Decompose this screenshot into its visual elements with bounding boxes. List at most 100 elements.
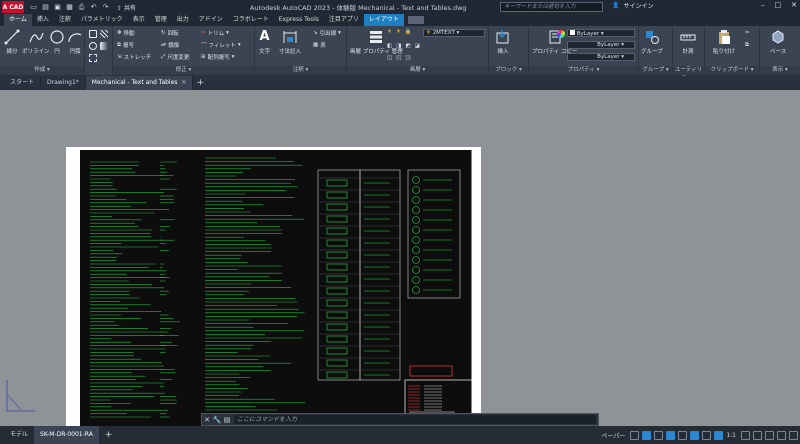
paste-button[interactable]: 貼り付け [713, 29, 735, 55]
scale-button[interactable]: ⤢ 尺度変更 [161, 53, 189, 62]
tab-home[interactable]: ホーム [4, 14, 32, 26]
close-command-icon[interactable]: ✕ [202, 416, 212, 424]
tab-layout[interactable]: レイアウト [363, 14, 404, 26]
stretch-button[interactable]: ⇲ ストレッチ [117, 53, 151, 61]
hatch-button[interactable] [100, 30, 108, 38]
rotate-button[interactable]: ↻ 回転 [161, 29, 179, 37]
ortho-icon[interactable] [654, 430, 664, 440]
block-panel-title[interactable]: ブロック ▾ [489, 66, 528, 75]
base-view-button[interactable]: ベース [770, 29, 786, 55]
open-folder-icon[interactable]: ▤ [41, 3, 50, 12]
layer-unisolate-icon[interactable]: ◩ [405, 43, 410, 49]
circle-button[interactable]: 円 [49, 29, 65, 55]
customize-command-icon[interactable]: 🔧 [212, 416, 222, 424]
command-history-icon[interactable]: ▤ [222, 416, 232, 424]
paper-space-toggle[interactable]: ペーパー [601, 431, 625, 440]
tab-annotate[interactable]: 注釈 [54, 14, 76, 26]
tab-addins[interactable]: アドイン [194, 14, 228, 26]
move-button[interactable]: ✥ 移動 [117, 29, 135, 37]
linetype-dropdown[interactable]: ByLayer ▾ [567, 41, 635, 49]
layer-dropdown[interactable]: ☀ 2MTEXT ▾ [423, 29, 485, 37]
layers-panel-title[interactable]: 画層 ▾ [347, 66, 488, 75]
print-icon[interactable]: ⎙ [77, 3, 86, 12]
mirror-button[interactable]: ⟚ 鏡像 [161, 41, 179, 50]
gear-icon[interactable] [741, 430, 750, 440]
fillet-button[interactable]: ⌒ フィレット ▾ [201, 41, 241, 49]
layer-isolate-icon[interactable]: ◨ [396, 43, 401, 49]
osnap-icon[interactable] [678, 430, 688, 440]
annotation-panel-title[interactable]: 注釈 ▾ [255, 66, 346, 75]
polyline-button[interactable]: ポリライン [22, 29, 50, 55]
tab-drawing1[interactable]: Drawing1* [41, 76, 86, 90]
arc-button[interactable]: 円弧 [67, 29, 83, 55]
tab-featured-apps[interactable]: 注目アプリ [324, 14, 364, 26]
layer-on-icon[interactable]: ☀ [387, 29, 392, 35]
redo-icon[interactable]: ↷ [101, 3, 110, 12]
group-button[interactable]: グループ [641, 29, 663, 55]
draw-panel-title[interactable]: 作成 ▾ [0, 66, 84, 75]
tab-start[interactable]: スタート [0, 76, 42, 90]
color-dropdown[interactable]: ByLayer ▾ [567, 29, 635, 37]
transparency-icon[interactable] [702, 430, 712, 440]
tab-mechanical[interactable]: Mechanical - Text and Tables ✕ [85, 76, 194, 90]
undo-icon[interactable]: ↶ [89, 3, 98, 12]
lineweight-icon[interactable] [690, 430, 700, 440]
tab-express-tools[interactable]: Express Tools [274, 14, 324, 26]
tab-manage[interactable]: 管理 [150, 14, 172, 26]
groups-panel-title[interactable]: グループ ▾ [639, 66, 672, 75]
view-panel-title[interactable]: 表示 ▾ [760, 66, 800, 75]
close-tab-icon[interactable]: ✕ [181, 79, 186, 86]
search-input[interactable]: キーワードまたは語句を入力 [500, 2, 603, 12]
maximize-icon[interactable]: □ [775, 1, 782, 9]
gradient-button[interactable] [100, 42, 108, 50]
close-icon[interactable]: ✕ [791, 1, 797, 9]
layer-lock-icon[interactable]: 🔒 [405, 29, 412, 35]
save-as-icon[interactable]: ▦ [65, 3, 74, 12]
measure-button[interactable]: 計測 [680, 29, 696, 55]
trim-button[interactable]: ✂ トリム ▾ [201, 29, 229, 37]
utilities-panel-title[interactable]: ユーティリティ ▾ [673, 66, 704, 82]
layer-freeze-icon[interactable]: ☀ [396, 29, 401, 35]
copy-button[interactable]: ⧉ 複写 [117, 41, 134, 50]
isolate-icon[interactable] [765, 430, 774, 440]
leader-button[interactable]: ↘ 引出線 ▾ [313, 29, 341, 37]
table-button[interactable]: ▦ 表 [313, 41, 326, 49]
share-button[interactable]: ⇪ 共有 [117, 3, 136, 12]
layer-current-icon[interactable]: ◫ [387, 55, 392, 61]
lineweight-dropdown[interactable]: ByLayer ▾ [567, 53, 635, 61]
boundary-button[interactable] [89, 54, 97, 62]
array-button[interactable]: ⊞ 配列複写 ▾ [201, 53, 234, 61]
command-input[interactable]: ここにコマンドを入力 [234, 415, 596, 424]
app-logo-button[interactable]: A CAD [2, 1, 24, 13]
new-tab-button[interactable]: + [193, 78, 207, 88]
layout-tab[interactable]: SK-M-DR-0001-RA [34, 426, 99, 444]
scale-value[interactable]: 1:1 [726, 432, 736, 439]
fullscreen-icon[interactable] [777, 430, 786, 440]
ribbon-options-button[interactable] [407, 16, 424, 24]
text-button[interactable]: A 文字 [259, 29, 270, 55]
properties-panel-title[interactable]: プロパティ ▾ [529, 66, 638, 75]
tab-parametric[interactable]: パラメトリック [76, 14, 128, 26]
layer-off-icon[interactable]: ◪ [415, 43, 420, 49]
modify-panel-title[interactable]: 修正 ▾ [113, 66, 254, 75]
rectangle-button[interactable] [89, 30, 97, 38]
tab-output[interactable]: 出力 [172, 14, 194, 26]
save-icon[interactable]: ▣ [53, 3, 62, 12]
signin-button[interactable]: 👤 サインイン [612, 1, 654, 10]
add-layout-button[interactable]: + [99, 426, 119, 444]
selection-cycling-icon[interactable] [714, 430, 724, 440]
ellipse-button[interactable] [89, 42, 97, 50]
customization-icon[interactable] [789, 430, 798, 440]
insert-block-button[interactable]: 挿入 [495, 29, 511, 55]
model-tab[interactable]: モデル [0, 426, 34, 444]
layer-walk-icon[interactable]: ◳ [405, 55, 410, 61]
clipboard-panel-title[interactable]: クリップボード ▾ [705, 66, 759, 75]
line-button[interactable]: 線分 [4, 29, 20, 55]
tab-collaborate[interactable]: コラボレート [228, 14, 274, 26]
cut-button[interactable]: ✂ [745, 30, 750, 36]
tab-view[interactable]: 表示 [128, 14, 150, 26]
dimension-button[interactable]: 寸法記入 [279, 29, 301, 55]
new-file-icon[interactable]: ▭ [29, 3, 38, 12]
copy-clip-button[interactable]: ⧉ [745, 42, 749, 49]
grid-icon[interactable] [630, 430, 640, 440]
